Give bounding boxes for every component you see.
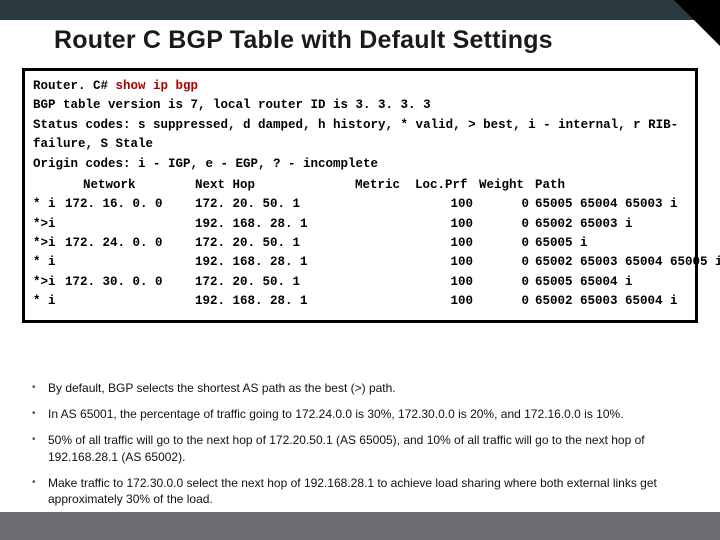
hdr-locprf: Loc.Prf (415, 176, 479, 195)
bgp-table-row: *>i 192. 168. 28. 1 100065002 65003 i (33, 215, 687, 234)
cell-network (65, 253, 195, 272)
bullet-item: •In AS 65001, the percentage of traffic … (32, 406, 680, 422)
cell-metric (355, 253, 415, 272)
cell-weight: 0 (479, 273, 535, 292)
hdr-path: Path (535, 176, 687, 195)
cell-nexthop: 172. 20. 50. 1 (195, 195, 355, 214)
bullet-dot-icon: • (32, 406, 48, 422)
cell-status: *>i (33, 273, 65, 292)
cell-locprf: 100 (415, 215, 479, 234)
hdr-weight: Weight (479, 176, 535, 195)
bgp-table-row: * i 192. 168. 28. 1 100065002 65003 65004 … (33, 292, 687, 311)
bgp-table-row: *>i172. 24. 0. 0172. 20. 50. 1 100065005 … (33, 234, 687, 253)
cell-weight: 0 (479, 195, 535, 214)
cell-metric (355, 234, 415, 253)
bullet-dot-icon: • (32, 475, 48, 507)
cell-locprf: 100 (415, 195, 479, 214)
bgp-table-row: *>i172. 30. 0. 0172. 20. 50. 1 100065005 … (33, 273, 687, 292)
status-codes-line: Status codes: s suppressed, d damped, h … (33, 116, 687, 155)
cell-status: *>i (33, 215, 65, 234)
cell-nexthop: 172. 20. 50. 1 (195, 234, 355, 253)
bgp-table-row: * i172. 16. 0. 0172. 20. 50. 1 100065005 … (33, 195, 687, 214)
cell-weight: 0 (479, 234, 535, 253)
cell-path: 65005 65004 65003 i (535, 195, 687, 214)
origin-codes-line: Origin codes: i - IGP, e - EGP, ? - inco… (33, 155, 687, 174)
terminal-prompt-line: Router. C# show ip bgp (33, 77, 687, 96)
bullet-item: •By default, BGP selects the shortest AS… (32, 380, 680, 396)
bgp-table-row: * i192. 168. 28. 1100065002 65003 65004 … (33, 253, 687, 272)
cell-nexthop: 192. 168. 28. 1 (195, 292, 355, 311)
hdr-metric: Metric (355, 176, 415, 195)
terminal-command: show ip bgp (116, 79, 199, 93)
terminal-prompt: Router. C# (33, 79, 116, 93)
cell-nexthop: 192. 168. 28. 1 (195, 215, 355, 234)
bgp-table-header: Network Next Hop Metric Loc.Prf Weight P… (33, 176, 687, 195)
cell-network: 172. 30. 0. 0 (65, 273, 195, 292)
cell-network (65, 215, 195, 234)
cell-locprf: 100 (415, 292, 479, 311)
cell-metric (355, 195, 415, 214)
cell-weight: 0 (479, 253, 535, 272)
cell-network: 172. 16. 0. 0 (65, 195, 195, 214)
cell-status: * i (33, 292, 65, 311)
cell-status: *>i (33, 234, 65, 253)
cell-weight: 0 (479, 215, 535, 234)
cell-weight: 0 (479, 292, 535, 311)
bullet-text: 50% of all traffic will go to the next h… (48, 432, 680, 464)
bullet-item: •50% of all traffic will go to the next … (32, 432, 680, 464)
cell-status: * i (33, 253, 65, 272)
cell-nexthop: 192. 168. 28. 1 (195, 253, 355, 272)
cell-locprf: 100 (415, 234, 479, 253)
bgp-route-table: Network Next Hop Metric Loc.Prf Weight P… (33, 176, 687, 312)
bullet-text: In AS 65001, the percentage of traffic g… (48, 406, 680, 422)
cell-locprf: 100 (415, 253, 479, 272)
cell-status: * i (33, 195, 65, 214)
cell-network (65, 292, 195, 311)
bullet-text: By default, BGP selects the shortest AS … (48, 380, 680, 396)
cell-path: 65005 65004 i (535, 273, 687, 292)
bullet-text: Make traffic to 172.30.0.0 select the ne… (48, 475, 680, 507)
cell-path: 65002 65003 i (535, 215, 687, 234)
slide-bottom-bar (0, 512, 720, 540)
cell-metric (355, 215, 415, 234)
bgp-version-line: BGP table version is 7, local router ID … (33, 96, 687, 115)
cell-metric (355, 292, 415, 311)
hdr-nexthop: Next Hop (195, 176, 355, 195)
terminal-output-box: Router. C# show ip bgp BGP table version… (22, 68, 698, 323)
bullet-dot-icon: • (32, 432, 48, 464)
cell-locprf: 100 (415, 273, 479, 292)
cell-network: 172. 24. 0. 0 (65, 234, 195, 253)
bullet-list: •By default, BGP selects the shortest AS… (32, 380, 680, 517)
corner-triangle (674, 0, 720, 46)
cell-metric (355, 273, 415, 292)
bullet-item: •Make traffic to 172.30.0.0 select the n… (32, 475, 680, 507)
page-title: Router C BGP Table with Default Settings (54, 26, 666, 55)
cell-path: 65002 65003 65004 i (535, 292, 687, 311)
slide-top-accent (0, 0, 720, 20)
cell-nexthop: 172. 20. 50. 1 (195, 273, 355, 292)
cell-path: 65005 i (535, 234, 687, 253)
hdr-network: Network (65, 176, 195, 195)
cell-path: 65002 65003 65004 65005 i (535, 253, 720, 272)
bullet-dot-icon: • (32, 380, 48, 396)
